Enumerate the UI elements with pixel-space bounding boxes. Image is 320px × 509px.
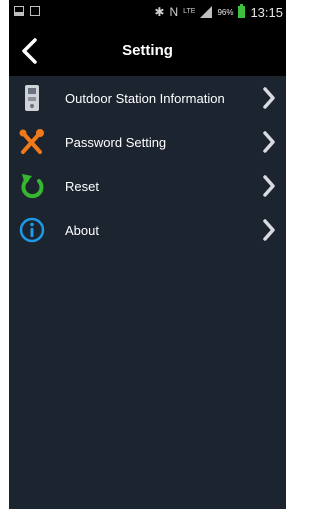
status-bar-left xyxy=(14,6,40,16)
gallery-notification-icon xyxy=(14,6,24,16)
tools-icon xyxy=(19,129,44,154)
clock: 13:15 xyxy=(250,4,283,20)
battery-icon xyxy=(238,4,246,18)
status-bar-right: ✱ N LTE 96% 13:15 xyxy=(154,2,283,22)
chevron-right-icon xyxy=(263,87,275,109)
menu-item-about[interactable]: About xyxy=(9,208,286,252)
settings-menu: Outdoor Station Information Password Set… xyxy=(9,76,286,252)
bluetooth-icon: ✱ xyxy=(154,5,165,19)
chevron-right-icon xyxy=(263,131,275,153)
nfc-icon: N xyxy=(169,5,179,19)
outdoor-station-icon xyxy=(25,85,39,111)
menu-item-outdoor-station-information[interactable]: Outdoor Station Information xyxy=(9,76,286,120)
menu-item-label: Outdoor Station Information xyxy=(65,91,225,106)
status-bar: ✱ N LTE 96% 13:15 xyxy=(9,0,286,24)
signal-strength-icon xyxy=(200,6,213,18)
reset-icon xyxy=(21,174,44,199)
menu-item-reset[interactable]: Reset xyxy=(9,164,286,208)
page-title: Setting xyxy=(122,42,173,59)
network-type-label: LTE xyxy=(183,8,196,15)
app-header: Setting xyxy=(9,24,286,76)
chevron-right-icon xyxy=(263,175,275,197)
menu-item-label: Password Setting xyxy=(65,135,167,150)
settings-screen: ✱ N LTE 96% 13:15 Setting Outdoor Statio… xyxy=(9,0,286,509)
menu-item-label: About xyxy=(65,223,99,238)
notification-icon xyxy=(30,6,40,16)
chevron-right-icon xyxy=(263,219,275,241)
menu-item-password-setting[interactable]: Password Setting xyxy=(9,120,286,164)
info-icon xyxy=(19,217,45,243)
battery-percent: 96% xyxy=(217,7,234,17)
menu-item-label: Reset xyxy=(65,179,99,194)
